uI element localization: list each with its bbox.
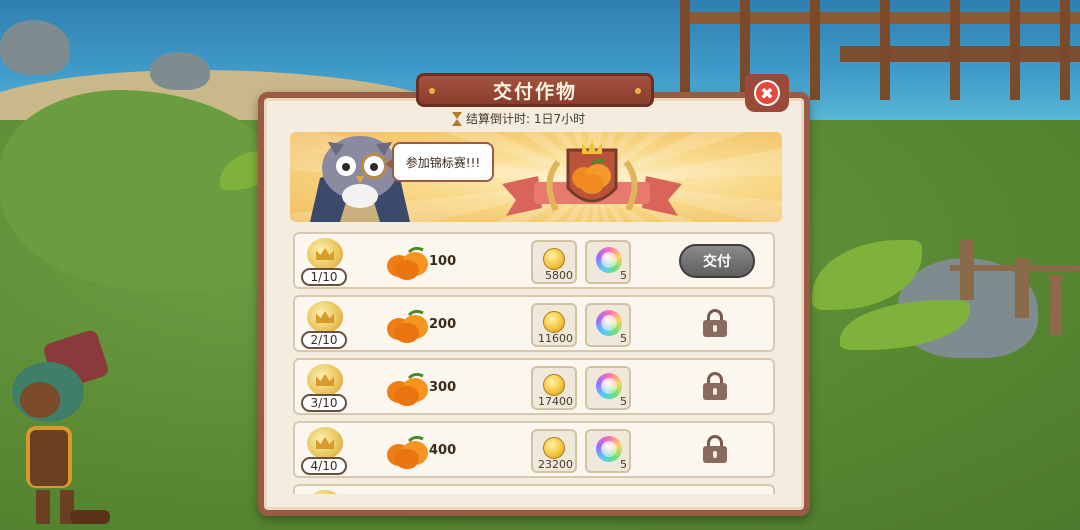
rainbow-orb-icon <box>596 436 622 462</box>
rank-badge: 2/10 <box>301 301 347 349</box>
trophy-emblem <box>502 140 682 216</box>
coin-reward: 23200 <box>531 429 577 473</box>
coin-icon <box>543 248 565 270</box>
fence-rail <box>950 265 1080 271</box>
rank-label: 3/10 <box>301 394 347 412</box>
rainbow-orb-icon <box>596 247 622 273</box>
pumpkin-icon <box>387 435 428 469</box>
orb-amount: 5 <box>620 332 627 345</box>
coin-amount: 5800 <box>545 269 573 282</box>
orb-amount: 5 <box>620 269 627 282</box>
crop-quantity: 200 <box>429 317 457 332</box>
task-row-4: 4/10 400 23200 5 <box>293 421 775 478</box>
rank-badge: 3/10 <box>301 364 347 412</box>
dialog-title-plate: 交付作物 <box>416 73 654 107</box>
coin-reward: 11600 <box>531 303 577 347</box>
coin-icon <box>543 311 565 333</box>
crop-quantity: 100 <box>429 254 457 269</box>
task-list: 1/10 100 5800 5 交付 2/10 200 11600 5 3/10… <box>293 232 775 494</box>
coin-reward: 5800 <box>531 240 577 284</box>
orb-amount: 5 <box>620 395 627 408</box>
rock <box>0 20 70 75</box>
coin-amount: 23200 <box>538 458 573 471</box>
dialog-title: 交付作物 <box>492 80 577 103</box>
crown-icon <box>307 490 343 494</box>
lock-icon <box>703 435 727 463</box>
rank-badge: 4/10 <box>301 427 347 475</box>
coin-amount: 17400 <box>538 395 573 408</box>
pumpkin-icon <box>387 246 428 280</box>
speech-text: 参加锦标赛!!! <box>405 155 481 170</box>
rainbow-orb-icon <box>596 373 622 399</box>
rank-badge <box>301 490 347 494</box>
crown-icon <box>307 364 343 396</box>
close-button[interactable]: ✖ <box>745 74 789 112</box>
coin-icon <box>543 374 565 396</box>
coin-amount: 11600 <box>538 332 573 345</box>
pumpkin-icon <box>387 309 428 343</box>
task-row-5-partial <box>293 484 775 494</box>
orb-amount: 5 <box>620 458 627 471</box>
player-character <box>12 330 110 524</box>
task-row-3: 3/10 300 17400 5 <box>293 358 775 415</box>
task-row-1: 1/10 100 5800 5 交付 <box>293 232 775 289</box>
rank-label: 4/10 <box>301 457 347 475</box>
fence-post <box>1050 275 1062 335</box>
orb-reward: 5 <box>585 366 631 410</box>
orb-reward: 5 <box>585 429 631 473</box>
orb-reward: 5 <box>585 303 631 347</box>
crown-icon <box>307 427 343 459</box>
speech-bubble: 参加锦标赛!!! <box>385 142 494 182</box>
lock-icon <box>703 309 727 337</box>
orb-reward: 5 <box>585 240 631 284</box>
lock-icon <box>703 372 727 400</box>
crown-icon <box>307 238 343 270</box>
deliver-button[interactable]: 交付 <box>679 244 755 278</box>
pumpkin-icon <box>387 372 428 406</box>
rock <box>150 52 210 90</box>
coin-reward: 17400 <box>531 366 577 410</box>
countdown-text: 结算倒计时: 1日7小时 <box>466 112 586 126</box>
rank-label: 1/10 <box>301 268 347 286</box>
crop-quantity: 400 <box>429 443 457 458</box>
coin-icon <box>543 437 565 459</box>
countdown: 结算倒计时: 1日7小时 <box>452 110 585 127</box>
crop-quantity: 300 <box>429 380 457 395</box>
hourglass-icon <box>452 111 462 126</box>
close-icon[interactable]: ✖ <box>754 80 780 106</box>
rank-label: 2/10 <box>301 331 347 349</box>
rank-badge: 1/10 <box>301 238 347 286</box>
crown-icon <box>307 301 343 333</box>
rainbow-orb-icon <box>596 310 622 336</box>
task-row-2: 2/10 200 11600 5 <box>293 295 775 352</box>
